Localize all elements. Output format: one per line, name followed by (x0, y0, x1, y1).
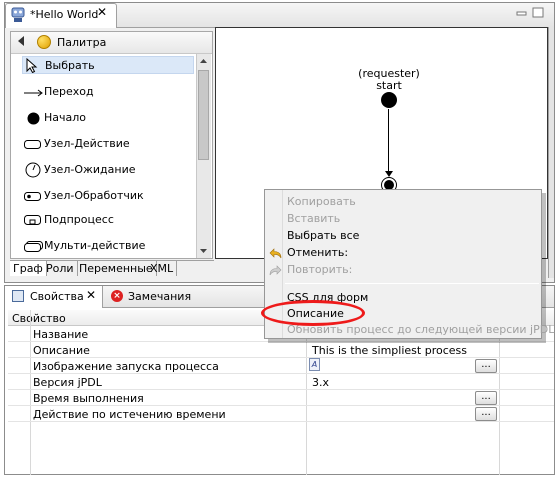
menu-item-paste[interactable]: Вставить (287, 212, 340, 225)
maximize-icon (532, 7, 544, 18)
menu-item-redo[interactable]: Повторить: (287, 263, 352, 276)
close-icon[interactable]: ✕ (97, 6, 107, 18)
tab-properties-label: Свойства (30, 290, 84, 303)
properties-icon (12, 290, 24, 302)
process-icon (11, 7, 25, 22)
clock-icon (25, 162, 41, 178)
property-value[interactable]: This is the simpliest process (312, 344, 467, 357)
property-value[interactable]: 3.x (312, 376, 329, 389)
row-divider (8, 357, 554, 358)
error-icon: × (111, 290, 123, 302)
palette-item-subprocess[interactable]: Подпроцесс (22, 211, 194, 229)
property-name: Действие по истечению времени (33, 408, 226, 421)
column-header-property: Свойство (12, 312, 66, 325)
highlight-annotation (261, 300, 365, 326)
property-name: Изображение запуска процесса (33, 360, 219, 373)
menu-separator (285, 283, 539, 284)
menu-item-select-all[interactable]: Выбрать все (287, 229, 359, 242)
minimize-icon (516, 11, 527, 16)
palette-item-multi-action[interactable]: Мульти-действие (22, 237, 194, 255)
undo-icon (269, 248, 282, 259)
property-name: Время выполнения (33, 392, 144, 405)
browse-button[interactable]: ... (475, 359, 497, 373)
canvas-scrollbar[interactable] (548, 27, 554, 278)
subprocess-icon (24, 215, 41, 225)
property-name: Название (33, 328, 89, 341)
palette-item-select[interactable]: Выбрать (22, 56, 194, 74)
tab-graph[interactable]: Граф (10, 261, 47, 276)
palette-item-start[interactable]: Начало (22, 109, 194, 127)
row-divider (8, 421, 554, 422)
browse-button[interactable]: ... (475, 391, 497, 405)
scroll-down-icon[interactable] (198, 245, 209, 256)
transition-edge[interactable] (388, 109, 389, 173)
palette-item-handler-node[interactable]: Узел-Обработчик (22, 187, 194, 205)
close-icon[interactable]: ✕ (86, 288, 96, 302)
collapse-left-icon[interactable] (18, 36, 24, 46)
start-node[interactable] (381, 92, 397, 108)
palette-icon (37, 35, 51, 49)
palette-title: Палитра (57, 36, 107, 49)
tab-variables[interactable]: Переменные (76, 261, 157, 276)
window-controls (516, 7, 544, 18)
property-name: Описание (33, 344, 90, 357)
palette-item-action-node[interactable]: Узел-Действие (22, 135, 194, 153)
menu-item-undo[interactable]: Отменить: (287, 246, 348, 259)
multi-action-icon (24, 241, 43, 252)
tab-roles[interactable]: Роли (43, 261, 78, 276)
redo-icon (269, 265, 282, 276)
tab-xml[interactable]: XML (147, 261, 178, 276)
filled-circle-icon (27, 112, 40, 125)
palette-item-transition[interactable]: Переход (22, 83, 194, 101)
property-name: Версия jPDL (33, 376, 102, 389)
arrow-right-icon (24, 89, 43, 97)
pointer-icon (26, 58, 38, 73)
scrollbar-thumb[interactable] (198, 70, 209, 160)
rounded-rect-icon (24, 140, 41, 149)
row-divider (8, 405, 554, 406)
start-node-label: (requester) start (358, 67, 420, 92)
palette-item-wait-node[interactable]: Узел-Ожидание (22, 161, 194, 179)
tab-problems[interactable]: Замечания (128, 290, 191, 303)
scroll-up-icon[interactable] (198, 56, 209, 67)
browse-button[interactable]: ... (475, 407, 497, 421)
menu-item-copy[interactable]: Копировать (287, 195, 356, 208)
editor-tab-title: *Hello World (30, 8, 99, 21)
handler-icon (24, 192, 41, 201)
image-file-icon: A (309, 358, 320, 371)
column-divider (30, 310, 31, 475)
row-divider (8, 373, 554, 374)
row-divider (8, 389, 554, 390)
